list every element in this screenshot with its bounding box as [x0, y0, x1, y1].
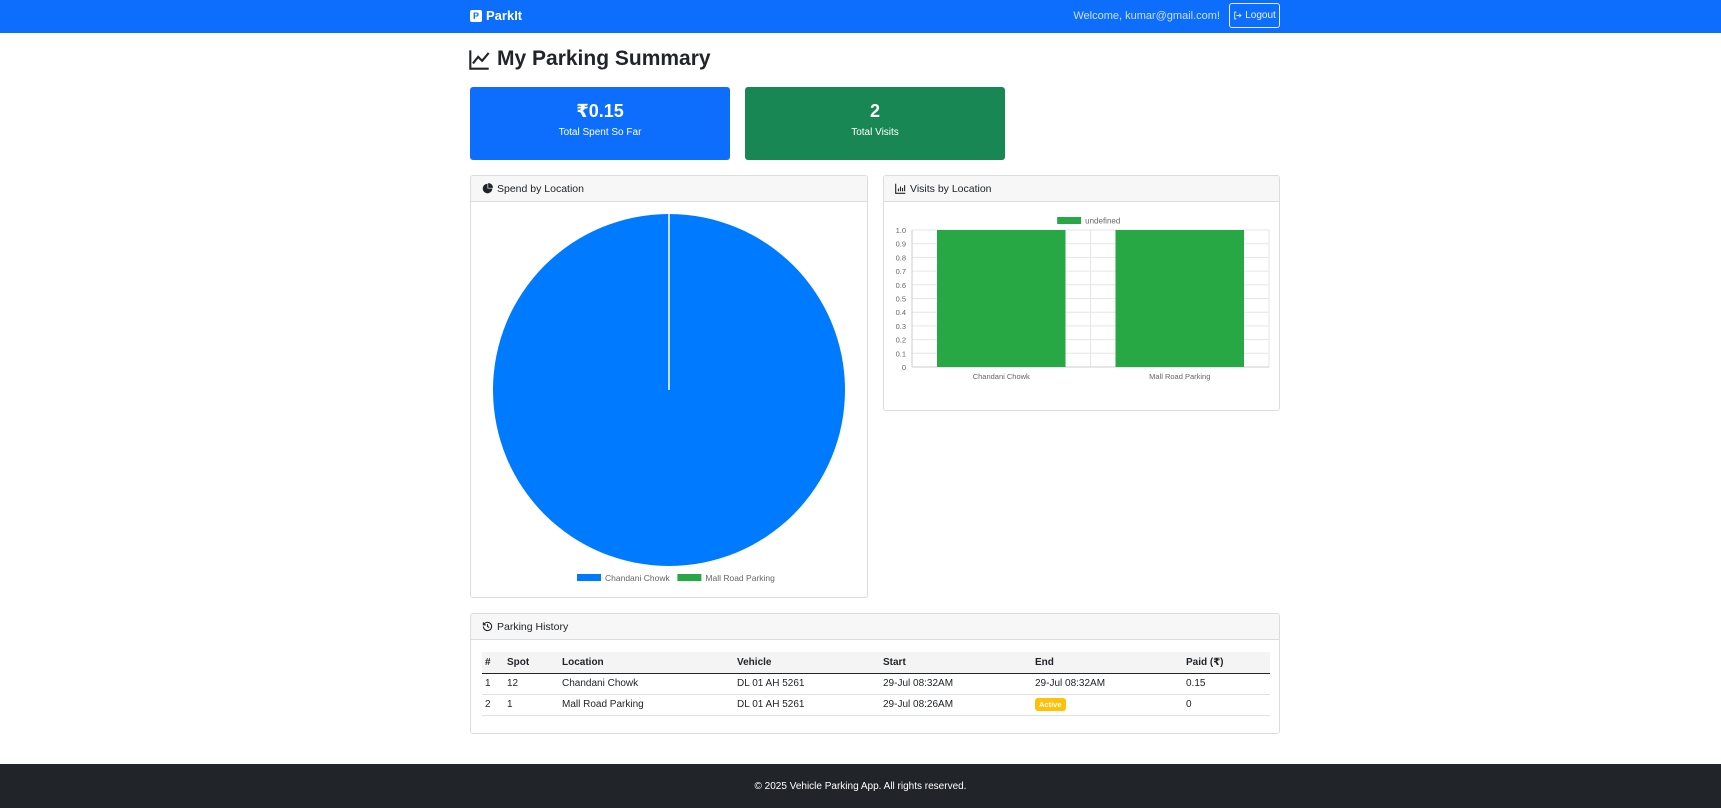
parking-icon: P [470, 9, 482, 22]
cell-num: 1 [482, 673, 504, 695]
y-tick-label: 0.8 [896, 253, 906, 262]
total-visits-value: 2 [869, 101, 880, 121]
visits-by-location-panel: Visits by Location 0 0.1 0.2 0.3 0.4 0.5 0.6 0.… [883, 175, 1280, 411]
history-icon [482, 621, 493, 632]
cell-vehicle: DL 01 AH 5261 [734, 673, 880, 695]
logout-button[interactable]: Logout [1229, 3, 1280, 28]
cell-location: Mall Road Parking [559, 694, 734, 716]
spend-panel-title: Spend by Location [497, 182, 584, 195]
cell-end: Active [1032, 694, 1183, 716]
y-tick-label: 0.2 [896, 336, 906, 345]
table-row: 2 1 Mall Road Parking DL 01 AH 5261 29-J… [482, 694, 1270, 716]
cell-paid: 0.15 [1183, 673, 1270, 695]
welcome-text: Welcome, kumar@gmail.com! [1073, 10, 1220, 22]
logout-icon [1234, 11, 1242, 20]
table-header-row: # Spot Location Vehicle Start End Paid (… [482, 652, 1270, 674]
cell-start: 29-Jul 08:26AM [880, 694, 1032, 716]
logout-label: Logout [1245, 10, 1276, 21]
y-tick-label: 0 [902, 363, 906, 372]
spend-panel-header: Spend by Location [471, 176, 867, 202]
cell-paid: 0 [1183, 694, 1270, 716]
history-table: # Spot Location Vehicle Start End Paid (… [482, 652, 1270, 716]
col-header-num: # [482, 652, 504, 674]
total-visits-label: Total Visits [851, 127, 899, 138]
col-header-end: End [1032, 652, 1183, 674]
table-row: 1 12 Chandani Chowk DL 01 AH 5261 29-Jul… [482, 673, 1270, 695]
legend-swatch [677, 574, 702, 581]
visits-panel-title: Visits by Location [910, 182, 992, 195]
total-spent-value: ₹0.15 [576, 101, 624, 121]
parking-history-panel: Parking History # Spot Location Vehicle … [470, 613, 1280, 734]
spend-by-location-panel: Spend by Location Chandani Chowk Mall Roa… [470, 175, 868, 598]
y-tick-label: 0.7 [896, 267, 906, 276]
y-tick-label: 0.3 [896, 322, 906, 331]
page-title-text: My Parking Summary [497, 47, 711, 70]
cell-vehicle: DL 01 AH 5261 [734, 694, 880, 716]
col-header-vehicle: Vehicle [734, 652, 880, 674]
page-title: My Parking Summary [469, 47, 711, 71]
cell-location: Chandani Chowk [559, 673, 734, 695]
legend-label: undefined [1085, 217, 1120, 226]
cell-num: 2 [482, 694, 504, 716]
bar [1115, 230, 1245, 367]
history-panel-header: Parking History [471, 614, 1279, 640]
history-panel-title: Parking History [497, 620, 569, 633]
footer: © 2025 Vehicle Parking App. All rights r… [0, 764, 1721, 808]
y-tick-label: 0.4 [896, 308, 906, 317]
cell-spot: 1 [504, 694, 559, 716]
cell-end: 29-Jul 08:32AM [1032, 673, 1183, 695]
line-chart-icon [469, 49, 490, 70]
bar-chart-icon [895, 183, 906, 194]
legend-swatch [1057, 217, 1082, 224]
footer-text: © 2025 Vehicle Parking App. All rights r… [754, 780, 967, 792]
legend-label: Mall Road Parking [705, 573, 775, 583]
total-visits-card: 2 Total Visits [745, 87, 1005, 160]
col-header-paid: Paid (₹) [1183, 652, 1270, 674]
visits-panel-header: Visits by Location [884, 176, 1279, 202]
y-tick-label: 0.9 [896, 240, 906, 249]
cell-start: 29-Jul 08:32AM [880, 673, 1032, 695]
legend-label: Chandani Chowk [605, 573, 670, 583]
bar [936, 230, 1066, 367]
y-tick-label: 0.1 [896, 349, 906, 358]
total-spent-card: ₹0.15 Total Spent So Far [470, 87, 730, 160]
x-tick-label: Mall Road Parking [1149, 372, 1210, 381]
col-header-start: Start [880, 652, 1032, 674]
legend-swatch [577, 574, 601, 581]
col-header-spot: Spot [504, 652, 559, 674]
total-spent-label: Total Spent So Far [558, 127, 642, 138]
cell-spot: 12 [504, 673, 559, 695]
y-tick-label: 0.6 [896, 281, 906, 290]
visits-bar-chart[interactable]: 0 0.1 0.2 0.3 0.4 0.5 0.6 0.7 0.8 0.9 1.0 Chandani … [884, 202, 1279, 410]
navbar: P ParkIt Welcome, kumar@gmail.com! Logou… [0, 0, 1721, 33]
status-badge: Active [1035, 698, 1066, 711]
pie-chart-icon [482, 183, 493, 194]
y-tick-label: 1.0 [896, 226, 906, 235]
col-header-location: Location [559, 652, 734, 674]
x-tick-label: Chandani Chowk [973, 372, 1030, 381]
y-tick-label: 0.5 [896, 295, 906, 304]
brand-name: ParkIt [486, 8, 523, 23]
brand-link[interactable]: P ParkIt [470, 8, 522, 23]
spend-pie-chart[interactable]: Chandani Chowk Mall Road Parking [471, 202, 867, 597]
